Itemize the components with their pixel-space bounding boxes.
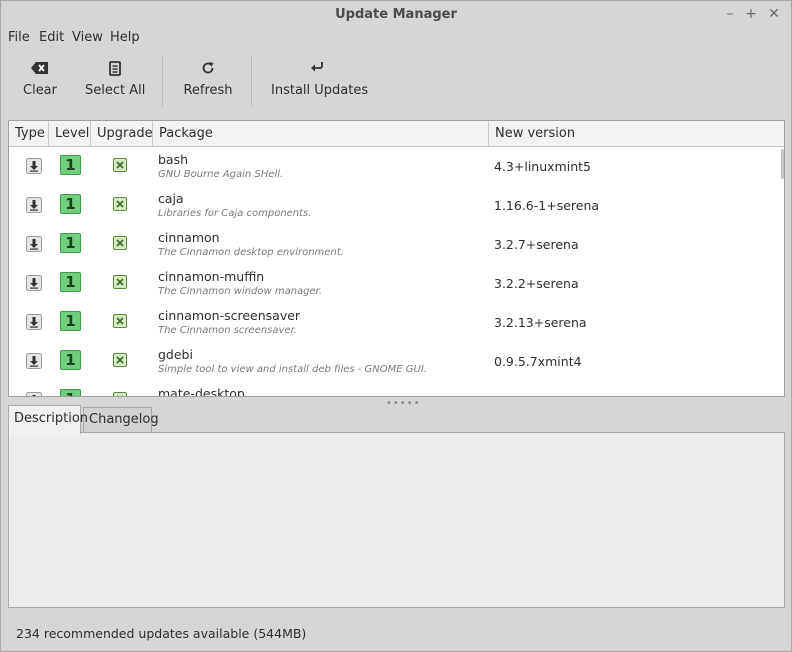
menu-view[interactable]: View (72, 30, 103, 45)
package-name: cinnamon (158, 230, 220, 245)
package-version: 1.16.6-1+serena (494, 198, 600, 213)
menubar: File Edit View Help (1, 29, 791, 49)
description-panel (8, 432, 785, 608)
level-badge: 1 (60, 233, 81, 253)
update-rows: 1 bash GNU Bourne Again SHell. 4.3+linux… (9, 147, 784, 397)
toolbar-separator (251, 55, 252, 107)
menu-edit[interactable]: Edit (39, 30, 64, 45)
install-updates-label: Install Updates (271, 83, 369, 98)
package-description: Simple tool to view and install deb file… (158, 364, 427, 375)
column-upgrade[interactable]: Upgrade (91, 121, 153, 147)
update-manager-window: Update Manager – + ✕ File Edit View Help… (0, 0, 792, 652)
level-badge: 1 (60, 350, 81, 370)
level-badge: 1 (60, 389, 81, 396)
package-name: mate-desktop (158, 386, 245, 397)
package-name: cinnamon-muffin (158, 269, 265, 284)
document-icon (85, 53, 145, 79)
window-title: Update Manager (335, 7, 457, 22)
toolbar: Clear Select All Refresh Install Updates (1, 53, 791, 111)
package-name: caja (158, 191, 184, 206)
updates-list[interactable]: Type Level Upgrade Package New version 1… (8, 120, 785, 397)
tab-description[interactable]: Description (8, 405, 88, 434)
upgrade-checkbox[interactable] (113, 236, 127, 250)
menu-help[interactable]: Help (110, 30, 140, 45)
package-icon (26, 236, 42, 252)
backspace-icon (17, 53, 63, 79)
package-description: GNU Bourne Again SHell. (158, 169, 284, 180)
package-description: The Cinnamon window manager. (158, 286, 323, 297)
refresh-button[interactable]: Refresh (181, 53, 235, 109)
package-version: 0.9.5.7xmint4 (494, 354, 582, 369)
table-row[interactable]: 1 cinnamon-muffin The Cinnamon window ma… (9, 264, 784, 303)
level-badge: 1 (60, 311, 81, 331)
package-description: Libraries for Caja components. (158, 208, 312, 219)
table-row[interactable]: 1 gdebi Simple tool to view and install … (9, 342, 784, 381)
package-version: 3.2.7+serena (494, 237, 579, 252)
refresh-icon (181, 53, 235, 79)
level-badge: 1 (60, 272, 81, 292)
status-text: 234 recommended updates available (544MB… (16, 626, 307, 641)
package-icon (26, 392, 42, 396)
package-name: bash (158, 152, 189, 167)
toolbar-separator (162, 55, 163, 107)
package-description: The Cinnamon screensaver. (158, 325, 297, 336)
select-all-button[interactable]: Select All (85, 53, 145, 109)
table-row[interactable]: 1 cinnamon The Cinnamon desktop environm… (9, 225, 784, 264)
refresh-label: Refresh (183, 83, 233, 98)
column-level[interactable]: Level (49, 121, 91, 147)
column-package[interactable]: Package (153, 121, 489, 147)
upgrade-checkbox[interactable] (113, 275, 127, 289)
select-all-label: Select All (85, 83, 146, 98)
upgrade-checkbox[interactable] (113, 314, 127, 328)
titlebar[interactable]: Update Manager – + ✕ (1, 1, 791, 29)
column-new-version[interactable]: New version (489, 121, 784, 147)
package-icon (26, 275, 42, 291)
upgrade-checkbox[interactable] (113, 392, 127, 396)
menu-file[interactable]: File (8, 30, 30, 45)
package-version: 3.2.13+serena (494, 315, 587, 330)
pane-resize-handle[interactable]: ••••• (386, 398, 421, 409)
return-arrow-icon (271, 53, 363, 79)
clear-button[interactable]: Clear (17, 53, 63, 109)
upgrade-checkbox[interactable] (113, 353, 127, 367)
column-type[interactable]: Type (9, 121, 49, 147)
table-row[interactable]: 1 cinnamon-screensaver The Cinnamon scre… (9, 303, 784, 342)
install-updates-button[interactable]: Install Updates (271, 53, 369, 109)
package-icon (26, 353, 42, 369)
table-row[interactable]: 1 mate-desktop (9, 381, 784, 397)
clear-label: Clear (23, 83, 57, 98)
upgrade-checkbox[interactable] (113, 197, 127, 211)
package-description: The Cinnamon desktop environment. (158, 247, 344, 258)
close-icon[interactable]: ✕ (765, 5, 783, 23)
package-icon (26, 197, 42, 213)
table-row[interactable]: 1 bash GNU Bourne Again SHell. 4.3+linux… (9, 147, 784, 186)
level-badge: 1 (60, 155, 81, 175)
package-version: 4.3+linuxmint5 (494, 159, 591, 174)
package-icon (26, 158, 42, 174)
package-name: gdebi (158, 347, 193, 362)
package-name: cinnamon-screensaver (158, 308, 301, 323)
table-row[interactable]: 1 caja Libraries for Caja components. 1.… (9, 186, 784, 225)
upgrade-checkbox[interactable] (113, 158, 127, 172)
package-icon (26, 314, 42, 330)
list-scrollbar[interactable] (781, 149, 784, 179)
tab-changelog[interactable]: Changelog (83, 407, 159, 432)
level-badge: 1 (60, 194, 81, 214)
list-header: Type Level Upgrade Package New version (9, 121, 784, 147)
package-version: 3.2.2+serena (494, 276, 579, 291)
maximize-icon[interactable]: + (742, 5, 760, 23)
minimize-icon[interactable]: – (721, 5, 739, 23)
